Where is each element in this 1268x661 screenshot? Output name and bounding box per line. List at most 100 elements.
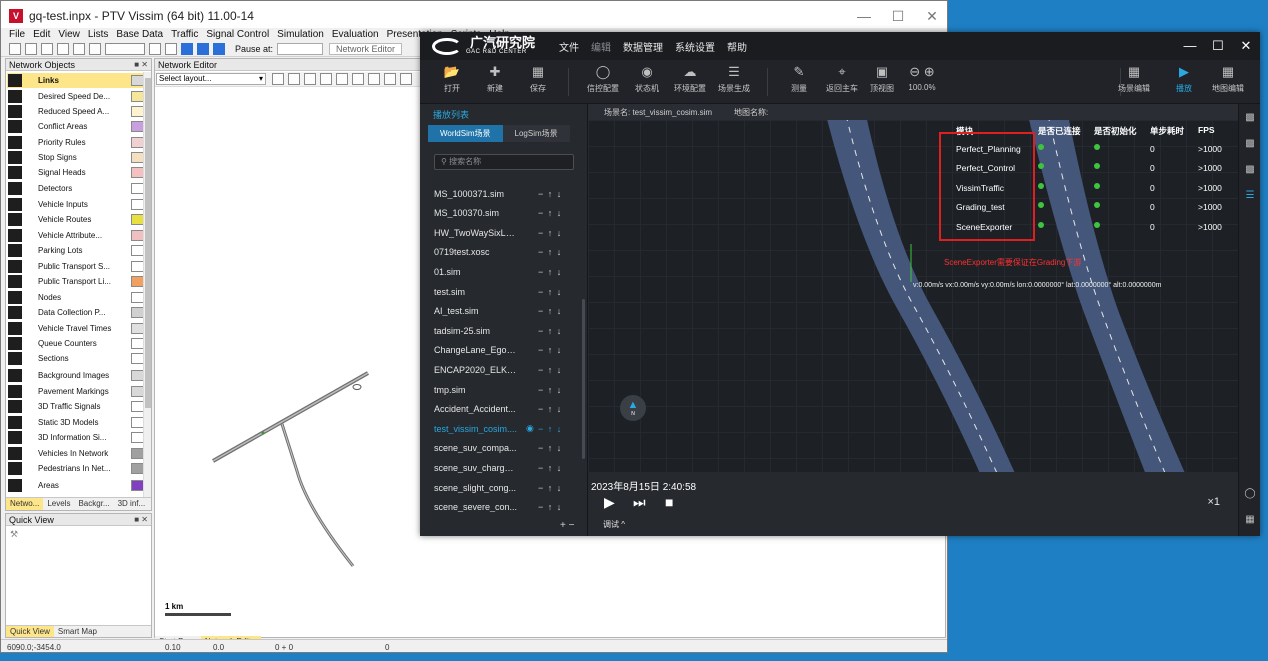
edit-tool-icon[interactable] xyxy=(272,73,284,85)
speed-multiplier[interactable]: ×1 xyxy=(1207,496,1220,508)
save-file-icon[interactable] xyxy=(41,43,53,55)
simulation-viewport[interactable]: 模块 是否已连接 是否初始化 单步耗时 FPS Perfect_Planning… xyxy=(588,120,1238,472)
stats-icon[interactable]: ▩ xyxy=(1242,138,1258,149)
rotate-icon[interactable] xyxy=(352,73,364,85)
step-icon[interactable] xyxy=(197,43,209,55)
scenario-controls[interactable]: − ↑ ↓ xyxy=(538,365,562,375)
scenario-scrollbar[interactable] xyxy=(582,299,585,459)
list-icon[interactable] xyxy=(320,73,332,85)
network-object-item[interactable]: Public Transport S... xyxy=(7,259,147,274)
network-object-item[interactable]: 3D Traffic Signals xyxy=(7,399,147,414)
scenario-item[interactable]: ChangeLane_Ego2... − ↑ ↓ xyxy=(420,341,588,360)
tab-worldsim[interactable]: WorldSim场景 xyxy=(428,125,503,142)
menu-help-cn[interactable]: 帮助 xyxy=(727,39,747,54)
network-object-item[interactable]: Pavement Markings xyxy=(7,384,147,399)
undo-icon[interactable] xyxy=(73,43,85,55)
map-edit-button[interactable]: ▦ 地图编辑 xyxy=(1208,64,1248,94)
scene-edit-button[interactable]: ▦ 场景编辑 xyxy=(1114,64,1154,94)
menu-data-manage[interactable]: 数据管理 xyxy=(623,39,663,54)
scenario-controls[interactable]: − ↑ ↓ xyxy=(538,306,562,316)
grid-icon[interactable] xyxy=(288,73,300,85)
network-editor-select[interactable]: Network Editor xyxy=(329,43,403,55)
speed-slider-icon[interactable] xyxy=(105,43,145,55)
network-object-item[interactable]: Desired Speed De... xyxy=(7,89,147,104)
save-all-icon[interactable] xyxy=(57,43,69,55)
network-object-item[interactable]: Static 3D Models xyxy=(7,415,147,430)
menu-base-data[interactable]: Base Data xyxy=(116,29,163,40)
network-object-item[interactable]: Links xyxy=(7,73,147,88)
menu-system-settings[interactable]: 系统设置 xyxy=(675,39,715,54)
step-button[interactable]: ⏭ xyxy=(633,494,646,511)
tab-logsim[interactable]: LogSim场景 xyxy=(502,125,570,142)
scenario-item[interactable]: test.sim − ↑ ↓ xyxy=(420,282,588,301)
network-object-item[interactable]: Detectors xyxy=(7,181,147,196)
network-object-item[interactable]: Public Transport Li... xyxy=(7,274,147,289)
scenario-controls[interactable]: − ↑ ↓ xyxy=(538,463,562,473)
panel-pin-icon[interactable]: ■ ✕ xyxy=(134,59,148,71)
zoom-extent-icon[interactable] xyxy=(400,73,412,85)
table-icon[interactable]: ▦ xyxy=(1242,514,1258,525)
menu-view[interactable]: View xyxy=(58,29,80,40)
state-machine-button[interactable]: ◉ 状态机 xyxy=(627,64,667,94)
menu-edit[interactable]: Edit xyxy=(33,29,50,40)
compass[interactable]: ▲ N xyxy=(620,395,646,421)
maximize-button[interactable]: ☐ xyxy=(1204,32,1232,60)
open-button[interactable]: 📂 打开 xyxy=(432,64,472,94)
network-object-item[interactable]: Reduced Speed A... xyxy=(7,104,147,119)
scenario-controls[interactable]: − ↑ ↓ xyxy=(538,267,562,277)
menu-traffic[interactable]: Traffic xyxy=(171,29,198,40)
new-button[interactable]: ✚ 新建 xyxy=(475,64,515,94)
menu-edit-cn[interactable]: 编辑 xyxy=(591,39,611,54)
scenario-item[interactable]: AI_test.sim − ↑ ↓ xyxy=(420,302,588,321)
scenario-item[interactable]: 01.sim − ↑ ↓ xyxy=(420,262,588,281)
return-ego-button[interactable]: ⌖ 返回主车 xyxy=(822,64,862,94)
network-object-item[interactable]: Sections xyxy=(7,351,147,366)
quick-mode-icon[interactable] xyxy=(149,43,161,55)
pause-at-input[interactable] xyxy=(277,43,324,55)
open-file-icon[interactable] xyxy=(25,43,37,55)
network-object-item[interactable]: Vehicle Attribute... xyxy=(7,228,147,243)
tab-network-objects[interactable]: Netwo... xyxy=(6,498,44,510)
new-file-icon[interactable] xyxy=(9,43,21,55)
scenario-controls[interactable]: − ↑ ↓ xyxy=(538,326,562,336)
tab-3d-info[interactable]: 3D inf... xyxy=(114,498,150,510)
menu-simulation[interactable]: Simulation xyxy=(277,29,324,40)
network-object-item[interactable]: Pedestrians In Net... xyxy=(7,461,147,476)
scenario-item[interactable]: MS_1000371.sim − ↑ ↓ xyxy=(420,184,588,203)
settings-icon[interactable] xyxy=(165,43,177,55)
scenario-controls[interactable]: − ↑ ↓ xyxy=(538,502,562,512)
network-objects-scrollbar[interactable] xyxy=(143,72,151,498)
play-mode-button[interactable]: ▶ 播放 xyxy=(1164,64,1204,94)
network-object-item[interactable]: Stop Signs xyxy=(7,150,147,165)
top-view-button[interactable]: ▣ 顶视图 xyxy=(862,64,902,94)
play-button[interactable]: ▶ xyxy=(604,494,615,511)
pan-icon[interactable] xyxy=(368,73,380,85)
close-button[interactable]: ✕ xyxy=(1232,32,1260,60)
scenario-controls[interactable]: − ↑ ↓ xyxy=(538,385,562,395)
scenario-controls[interactable]: − ↑ ↓ xyxy=(538,189,562,199)
maximize-button[interactable]: ☐ xyxy=(881,1,915,31)
env-config-button[interactable]: ☁ 环境配置 xyxy=(670,64,710,94)
scenario-controls[interactable]: − ↑ ↓ xyxy=(538,345,562,355)
menu-file-cn[interactable]: 文件 xyxy=(559,39,579,54)
scenario-controls[interactable]: − ↑ ↓ xyxy=(538,247,562,257)
network-object-item[interactable]: Data Collection P... xyxy=(7,305,147,320)
tab-smart-map[interactable]: Smart Map xyxy=(54,626,101,637)
scenario-item[interactable]: scene_suv_charge.... − ↑ ↓ xyxy=(420,458,588,477)
tab-levels[interactable]: Levels xyxy=(43,498,74,510)
network-object-item[interactable]: Nodes xyxy=(7,290,147,305)
layout-select[interactable]: Select layout... xyxy=(156,73,266,85)
network-object-item[interactable]: Vehicle Travel Times xyxy=(7,321,147,336)
scenario-item[interactable]: scene_slight_cong... − ↑ ↓ xyxy=(420,478,588,497)
network-object-item[interactable]: Conflict Areas xyxy=(7,119,147,134)
scenario-controls[interactable]: − ↑ ↓ xyxy=(538,424,562,434)
measure-button[interactable]: ✎ 测量 xyxy=(779,64,819,94)
menu-evaluation[interactable]: Evaluation xyxy=(332,29,379,40)
network-object-item[interactable]: Vehicle Inputs xyxy=(7,197,147,212)
scenario-item[interactable]: MS_100370.sim − ↑ ↓ xyxy=(420,204,588,223)
scenario-item[interactable]: scene_severe_con... − ↑ ↓ xyxy=(420,498,588,517)
network-object-item[interactable]: Priority Rules xyxy=(7,135,147,150)
network-object-item[interactable]: Areas xyxy=(7,478,147,493)
scenario-item[interactable]: 0719test.xosc − ↑ ↓ xyxy=(420,243,588,262)
zoom-icon[interactable] xyxy=(384,73,396,85)
